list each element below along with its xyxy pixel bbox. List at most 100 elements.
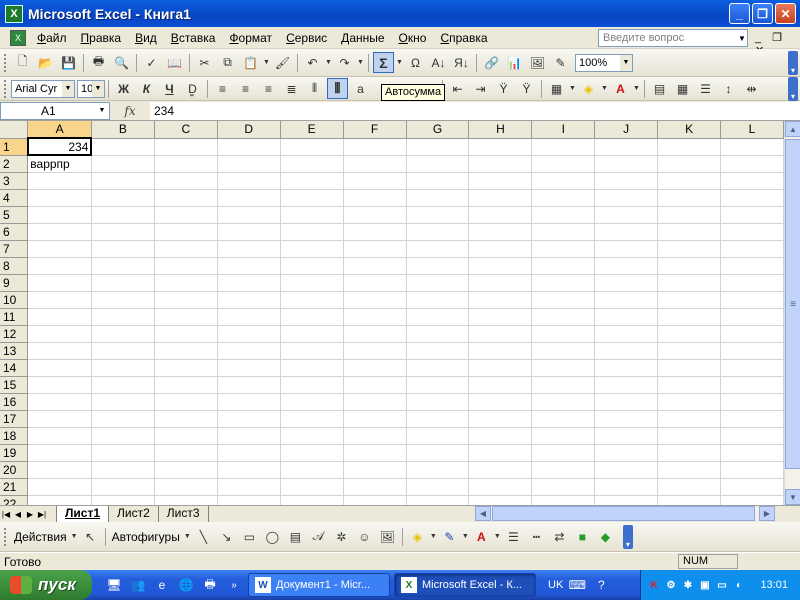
cell-L10[interactable] — [720, 291, 784, 309]
sort-descending-icon[interactable]: Я↓ — [451, 52, 472, 73]
align-left-icon[interactable]: ≡ — [212, 78, 233, 99]
cell-K20[interactable] — [657, 461, 722, 479]
cell-L17[interactable] — [720, 410, 784, 428]
formula-input[interactable]: 234 — [150, 101, 800, 120]
cell-L1[interactable] — [720, 138, 784, 156]
cell-D14[interactable] — [217, 359, 281, 377]
row-height-icon[interactable]: ↕ — [718, 78, 739, 99]
cell-G20[interactable] — [406, 461, 470, 479]
cell-A19[interactable] — [27, 444, 92, 462]
cell-D15[interactable] — [217, 376, 281, 394]
fill-color-icon[interactable]: ◈ — [578, 78, 599, 99]
first-sheet-icon[interactable]: |◀ — [0, 510, 12, 519]
arrow-style-icon[interactable]: ⇄ — [549, 526, 570, 547]
cell-C14[interactable] — [154, 359, 218, 377]
cell-K6[interactable] — [657, 223, 722, 241]
cell-K2[interactable] — [657, 155, 722, 173]
cell-B5[interactable] — [91, 206, 155, 224]
wordart-icon[interactable]: 𝒜 — [308, 526, 329, 547]
font-select[interactable]: Arial Cyr ▼ — [11, 79, 75, 98]
cell-L22[interactable] — [720, 495, 784, 505]
tray-network-icon[interactable]: ▣ — [698, 578, 712, 592]
cell-D6[interactable] — [217, 223, 281, 241]
cell-A15[interactable] — [27, 376, 92, 394]
cell-E1[interactable] — [280, 138, 344, 156]
cell-C5[interactable] — [154, 206, 218, 224]
cell-G6[interactable] — [406, 223, 470, 241]
cell-J1[interactable] — [594, 138, 659, 156]
cell-E14[interactable] — [280, 359, 344, 377]
row-header-14[interactable]: 14 — [0, 359, 29, 377]
cell-K10[interactable] — [657, 291, 722, 309]
minimize-button[interactable]: _ — [729, 3, 750, 24]
cell-F6[interactable] — [343, 223, 407, 241]
cell-H16[interactable] — [468, 393, 533, 411]
cell-E5[interactable] — [280, 206, 344, 224]
insert-function-icon[interactable]: fx — [110, 104, 150, 118]
cell-L19[interactable] — [720, 444, 784, 462]
quicklaunch-more-icon[interactable]: » — [224, 575, 244, 595]
phonetic-icon[interactable]: Ÿ — [493, 78, 514, 99]
cell-E17[interactable] — [280, 410, 344, 428]
antivirus-icon[interactable]: K — [647, 578, 661, 592]
excel-app-icon[interactable]: X — [5, 4, 23, 23]
cell-E16[interactable] — [280, 393, 344, 411]
cell-E13[interactable] — [280, 342, 344, 360]
cell-B10[interactable] — [91, 291, 155, 309]
cell-I4[interactable] — [531, 189, 596, 207]
cell-E12[interactable] — [280, 325, 344, 343]
row-header-15[interactable]: 15 — [0, 376, 29, 394]
cell-J20[interactable] — [594, 461, 659, 479]
save-icon[interactable]: 💾 — [58, 52, 79, 73]
select-all-corner[interactable] — [0, 121, 29, 139]
row-header-22[interactable]: 22 — [0, 495, 29, 505]
cell-C6[interactable] — [154, 223, 218, 241]
cell-C16[interactable] — [154, 393, 218, 411]
merge-center-icon[interactable]: ⦀ — [327, 78, 348, 99]
dash-style-icon[interactable]: ┅ — [526, 526, 547, 547]
select-objects-icon[interactable]: ↖ — [80, 526, 101, 547]
column-header-J[interactable]: J — [594, 121, 659, 139]
cell-I12[interactable] — [531, 325, 596, 343]
cell-C21[interactable] — [154, 478, 218, 496]
cell-F19[interactable] — [343, 444, 407, 462]
redo-dropdown-icon[interactable]: ▼ — [356, 59, 365, 66]
print-preview-icon[interactable]: 🔍 — [111, 52, 132, 73]
menu-edit[interactable]: Правка — [74, 28, 129, 48]
cell-B13[interactable] — [91, 342, 155, 360]
cell-F5[interactable] — [343, 206, 407, 224]
drawing-icon[interactable]: ✎ — [550, 52, 571, 73]
column-header-E[interactable]: E — [280, 121, 344, 139]
row-header-11[interactable]: 11 — [0, 308, 29, 326]
cell-K3[interactable] — [657, 172, 722, 190]
sheet-tab-1[interactable]: Лист1 — [56, 505, 110, 523]
cell-L11[interactable] — [720, 308, 784, 326]
cell-C2[interactable] — [154, 155, 218, 173]
chart-wizard-icon[interactable]: 📊 — [504, 52, 525, 73]
cell-K12[interactable] — [657, 325, 722, 343]
autoshapes-dropdown-icon[interactable]: ▼ — [183, 533, 192, 540]
cell-E18[interactable] — [280, 427, 344, 445]
borders-dropdown-icon[interactable]: ▼ — [568, 85, 577, 92]
cell-K13[interactable] — [657, 342, 722, 360]
row-header-7[interactable]: 7 — [0, 240, 29, 258]
cell-K11[interactable] — [657, 308, 722, 326]
cell-B8[interactable] — [91, 257, 155, 275]
cell-E8[interactable] — [280, 257, 344, 275]
menu-format[interactable]: Формат — [222, 28, 279, 48]
italic-button[interactable]: К — [136, 78, 157, 99]
cell-G7[interactable] — [406, 240, 470, 258]
tray-app-icon[interactable]: ⚙ — [664, 578, 678, 592]
task-word-document[interactable]: W Документ1 - Micr... — [248, 573, 390, 597]
cell-L18[interactable] — [720, 427, 784, 445]
cell-I9[interactable] — [531, 274, 596, 292]
cell-H11[interactable] — [468, 308, 533, 326]
cell-D12[interactable] — [217, 325, 281, 343]
row-header-8[interactable]: 8 — [0, 257, 29, 275]
borders-icon[interactable]: ▦ — [546, 78, 567, 99]
cell-G19[interactable] — [406, 444, 470, 462]
cell-J5[interactable] — [594, 206, 659, 224]
font-color-dropdown-icon[interactable]: ▼ — [632, 85, 641, 92]
shadow-icon[interactable]: ■ — [572, 526, 593, 547]
phonetic-settings-icon[interactable]: Ÿ — [516, 78, 537, 99]
